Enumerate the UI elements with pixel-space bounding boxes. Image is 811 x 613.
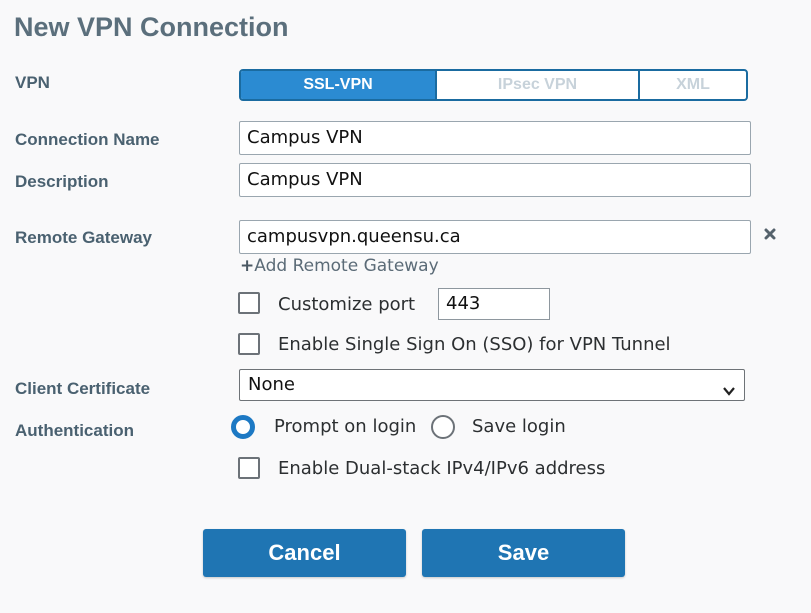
dual-stack-checkbox[interactable] [238, 457, 260, 479]
remote-gateway-input[interactable]: campusvpn.queensu.ca [239, 220, 751, 254]
dialog-title: New VPN Connection [14, 12, 289, 42]
client-certificate-label: Client Certificate [15, 379, 151, 398]
authentication-label: Authentication [15, 421, 134, 440]
cancel-button[interactable]: Cancel [203, 529, 406, 577]
customize-port-checkbox[interactable] [238, 292, 260, 314]
description-label: Description [15, 172, 109, 191]
vpn-option-xml[interactable]: XML [640, 71, 746, 99]
sso-checkbox[interactable] [238, 333, 260, 355]
chevron-down-icon [722, 378, 736, 408]
client-certificate-value: None [248, 374, 295, 395]
vpn-label: VPN [15, 73, 50, 92]
client-certificate-select[interactable]: None [239, 369, 745, 401]
port-input[interactable]: 443 [438, 288, 550, 320]
save-button[interactable]: Save [422, 529, 625, 577]
remove-gateway-icon[interactable] [762, 226, 778, 242]
add-remote-gateway-link[interactable]: +Add Remote Gateway [240, 256, 439, 276]
description-input[interactable]: Campus VPN [239, 163, 751, 197]
add-remote-gateway-label: Add Remote Gateway [254, 256, 439, 276]
radio-save-login[interactable] [431, 415, 455, 439]
save-login-label: Save login [472, 416, 566, 437]
vpn-type-selector: SSL-VPN IPsec VPN XML [239, 69, 748, 101]
vpn-option-ssl[interactable]: SSL-VPN [241, 71, 437, 99]
sso-label: Enable Single Sign On (SSO) for VPN Tunn… [278, 334, 671, 355]
remote-gateway-label: Remote Gateway [15, 228, 152, 247]
connection-name-input[interactable]: Campus VPN [239, 121, 751, 155]
customize-port-label: Customize port [278, 294, 416, 315]
plus-icon: + [240, 256, 255, 276]
prompt-on-login-label: Prompt on login [274, 416, 417, 437]
radio-prompt-on-login[interactable] [231, 415, 255, 439]
connection-name-label: Connection Name [15, 130, 160, 149]
dual-stack-label: Enable Dual-stack IPv4/IPv6 address [278, 458, 606, 479]
vpn-option-ipsec[interactable]: IPsec VPN [437, 71, 640, 99]
